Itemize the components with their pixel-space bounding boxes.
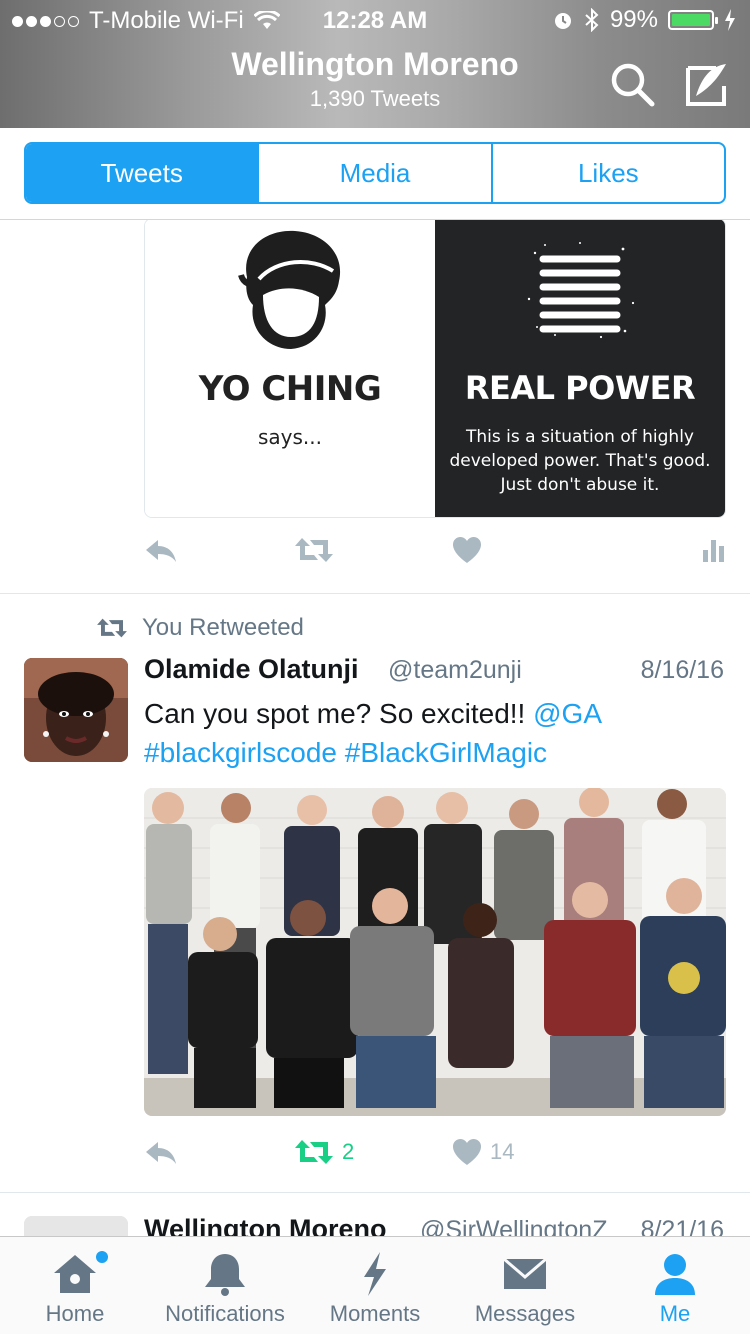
avatar[interactable]: [24, 658, 128, 762]
mention-link[interactable]: @GA: [533, 698, 602, 729]
status-bar: T-Mobile Wi-Fi 12:28 AM 99%: [0, 0, 750, 40]
heart-icon: [453, 1139, 481, 1165]
yo-ching-head-icon: [238, 230, 341, 349]
group-photo: [144, 788, 726, 1116]
retweet-button[interactable]: 2: [294, 1138, 354, 1166]
retweet-context-label: You Retweeted: [142, 614, 304, 641]
profile-tabs-bar: Tweets Media Likes: [0, 128, 750, 220]
like-count: 14: [490, 1139, 515, 1164]
analytics-icon: [703, 540, 724, 562]
tweet-image-card[interactable]: YO CHING says... REAL POWER This is a si…: [144, 220, 726, 518]
yo-ching-title: YO CHING: [198, 369, 382, 409]
tweet-author-name[interactable]: Olamide Olatunji: [144, 654, 359, 685]
tweet-date: 8/21/16: [640, 1216, 724, 1236]
tweet-date: 8/16/16: [640, 656, 724, 684]
analytics-button[interactable]: [702, 536, 726, 564]
tweet-photo[interactable]: [144, 788, 726, 1116]
retweet-icon: [295, 1140, 333, 1164]
compose-tweet-icon[interactable]: [682, 60, 730, 108]
profile-segmented-control: Tweets Media Likes: [24, 142, 726, 204]
tweet-divider: [0, 1192, 750, 1193]
reply-button[interactable]: [144, 1138, 178, 1166]
tab-me[interactable]: Me: [600, 1237, 750, 1334]
search-icon[interactable]: [608, 60, 656, 108]
retweet-small-icon: [97, 618, 127, 638]
hashtag-link[interactable]: #blackgirlscode: [144, 737, 337, 768]
battery-percent: 99%: [609, 6, 658, 33]
envelope-icon: [503, 1257, 547, 1289]
tab-moments-label: Moments: [329, 1301, 421, 1326]
battery-icon: [668, 10, 718, 30]
status-right: 99%: [552, 6, 736, 34]
tweet-author-handle[interactable]: @team2unji: [388, 656, 522, 685]
retweet-icon: [295, 538, 333, 562]
tab-tweets[interactable]: Tweets: [26, 144, 258, 202]
home-icon: [54, 1255, 96, 1293]
like-button[interactable]: [452, 536, 482, 564]
tweet-feed[interactable]: YO CHING says... REAL POWER This is a si…: [0, 220, 750, 1236]
yo-ching-subtitle: says...: [257, 425, 322, 449]
real-power-panel: REAL POWER This is a situation of highly…: [435, 220, 725, 517]
tweet-divider: [0, 593, 750, 594]
retweet-context: You Retweeted: [96, 614, 304, 642]
hexagram-lines-icon: [527, 242, 635, 339]
charging-icon: [725, 9, 735, 31]
real-power-body: This is a situation of highly developed …: [449, 427, 711, 495]
profile-header: T-Mobile Wi-Fi 12:28 AM 99% Wellington M…: [0, 0, 750, 128]
hashtag-link[interactable]: #BlackGirlMagic: [345, 737, 547, 768]
tab-home[interactable]: Home: [0, 1237, 150, 1334]
tweet-author-handle[interactable]: @SirWellingtonZ: [420, 1216, 607, 1236]
bluetooth-icon: [585, 8, 599, 32]
tweet-text-body: Can you spot me? So excited!!: [144, 698, 534, 729]
like-button[interactable]: 14: [452, 1138, 514, 1166]
yo-ching-panel: YO CHING says...: [145, 220, 435, 517]
person-icon: [655, 1254, 695, 1295]
tab-media[interactable]: Media: [257, 144, 490, 202]
avatar-portrait: [24, 1216, 128, 1236]
retweet-button[interactable]: [294, 536, 334, 564]
tab-messages[interactable]: Messages: [450, 1237, 600, 1334]
tab-messages-label: Messages: [474, 1301, 576, 1326]
retweet-count: 2: [342, 1139, 355, 1164]
notification-dot: [96, 1251, 108, 1263]
tweet-actions: [144, 536, 726, 576]
real-power-title: REAL POWER: [464, 369, 696, 407]
avatar[interactable]: [24, 1216, 128, 1236]
reply-icon: [146, 540, 176, 562]
tab-me-label: Me: [659, 1301, 691, 1326]
avatar-portrait: [24, 658, 128, 762]
tab-likes[interactable]: Likes: [490, 144, 724, 202]
tab-notifications-label: Notifications: [165, 1301, 285, 1326]
reply-icon: [146, 1142, 176, 1164]
tweet-actions: 2 14: [144, 1138, 726, 1178]
tab-moments[interactable]: Moments: [300, 1237, 450, 1334]
bottom-tab-bar: Home Notifications Moments Messages Me: [0, 1236, 750, 1334]
tab-home-label: Home: [45, 1301, 105, 1326]
bell-icon: [205, 1254, 245, 1296]
tweet-author-name[interactable]: Wellington Moreno: [144, 1214, 386, 1236]
alarm-icon: [554, 13, 571, 29]
reply-button[interactable]: [144, 536, 178, 564]
lightning-icon: [364, 1252, 386, 1296]
tab-notifications[interactable]: Notifications: [150, 1237, 300, 1334]
heart-icon: [453, 537, 481, 563]
tweet-text: Can you spot me? So excited!! @GA #black…: [144, 694, 734, 772]
